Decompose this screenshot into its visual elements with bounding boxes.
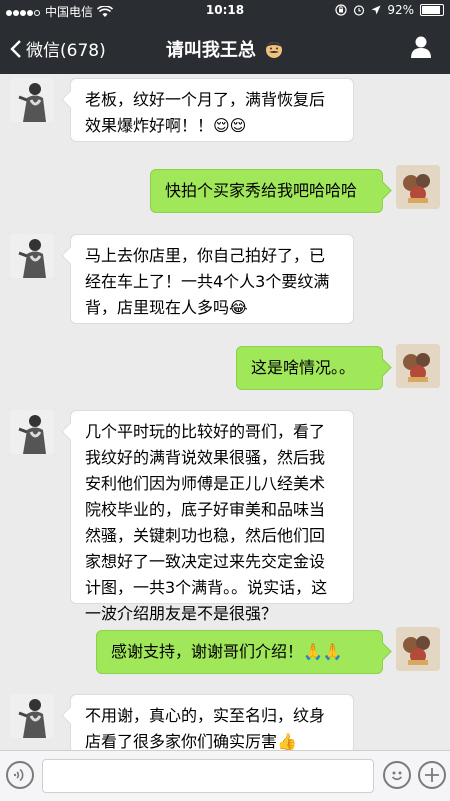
message-bubble-outgoing[interactable]: 快拍个买家秀给我吧哈哈哈 <box>150 169 383 213</box>
contact-avatar[interactable] <box>10 234 54 278</box>
message-text: 几个平时玩的比较好的哥们，看了我纹好的满背说效果很骚，然后我安利他们因为师傅是正… <box>85 422 328 623</box>
battery-icon <box>420 4 444 16</box>
message-bubble-outgoing[interactable]: 感谢支持，谢谢哥们介绍！🙏🙏 <box>96 630 383 674</box>
message-bubble-outgoing[interactable]: 这是啥情况。。 <box>236 346 383 390</box>
status-bar: 中国电信 10:18 92% <box>0 0 450 22</box>
rotation-lock-icon <box>335 4 347 16</box>
chat-area[interactable]: 老板，纹好一个月了，满背恢复后效果爆炸好啊！！😌😌 快拍个买家秀给我吧哈哈哈 马… <box>0 74 450 750</box>
message-bubble-incoming[interactable]: 几个平时玩的比较好的哥们，看了我纹好的满背说效果很骚，然后我安利他们因为师傅是正… <box>70 410 354 623</box>
chat-title: 请叫我王总 <box>0 36 450 62</box>
self-avatar[interactable] <box>396 627 440 671</box>
message-text: 马上去你店里，你自己拍好了，已经在车上了！一共4个人3个要纹满背，店里现在人多吗… <box>85 246 330 317</box>
message-text: 不用谢，真心的，实至名归，纹身店看了很多家你们确实厉害👍 <box>85 706 326 750</box>
contact-avatar[interactable] <box>10 410 54 454</box>
emoji-icon <box>391 771 403 781</box>
message-bubble-incoming[interactable]: 不用谢，真心的，实至名归，纹身店看了很多家你们确实厉害👍 <box>70 694 354 750</box>
input-bar <box>0 750 450 801</box>
emoji-button[interactable] <box>383 761 411 789</box>
self-avatar[interactable] <box>396 344 440 388</box>
voice-button[interactable] <box>6 761 34 789</box>
message-text: 这是啥情况。。 <box>251 358 356 377</box>
message-bubble-incoming[interactable]: 马上去你店里，你自己拍好了，已经在车上了！一共4个人3个要纹满背，店里现在人多吗… <box>70 234 354 324</box>
status-right: 92% <box>335 3 444 17</box>
battery-percent: 92% <box>387 3 414 17</box>
message-bubble-incoming[interactable]: 老板，纹好一个月了，满背恢复后效果爆炸好啊！！😌😌 <box>70 78 354 142</box>
self-avatar[interactable] <box>396 165 440 209</box>
nav-bar: 微信(678) 请叫我王总 <box>0 22 450 74</box>
plus-button[interactable] <box>418 761 446 789</box>
message-text: 快拍个买家秀给我吧哈哈哈 <box>165 181 358 200</box>
mustache-face-emoji-icon <box>266 42 283 58</box>
message-text: 感谢支持，谢谢哥们介绍！🙏🙏 <box>111 642 343 661</box>
alarm-icon <box>354 5 365 16</box>
contact-avatar[interactable] <box>10 694 54 738</box>
person-icon[interactable] <box>410 35 432 59</box>
message-text: 老板，纹好一个月了，满背恢复后效果爆炸好啊！！😌😌 <box>85 90 326 135</box>
location-icon <box>371 5 381 15</box>
message-input[interactable] <box>42 759 374 793</box>
plus-icon <box>425 768 439 782</box>
contact-avatar[interactable] <box>10 78 54 122</box>
chat-title-text: 请叫我王总 <box>165 40 256 61</box>
voice-icon <box>13 768 24 782</box>
